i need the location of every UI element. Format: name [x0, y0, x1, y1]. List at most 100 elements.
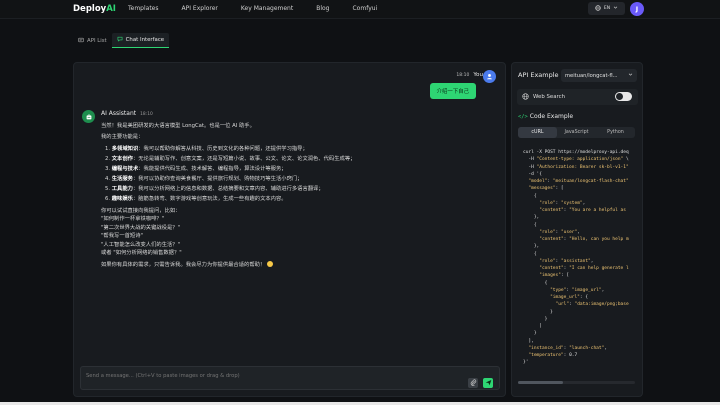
ai-caps-title: 我的主要功能是：: [101, 134, 144, 140]
chevron-down-icon: [628, 72, 633, 79]
user-message-time: 18:10: [456, 72, 470, 78]
user-avatar[interactable]: J: [630, 2, 644, 16]
logo-text: Deploy: [73, 4, 107, 14]
code-line: "type": "image_url",: [550, 287, 605, 293]
model-select-value: meituan/longcat-fl...: [565, 72, 618, 79]
nav-templates[interactable]: Templates: [128, 5, 159, 12]
nav-blog[interactable]: Blog: [316, 5, 329, 12]
code-line: {: [523, 280, 548, 286]
code-line: ]: [523, 324, 542, 329]
nav-comfyui[interactable]: Comfyui: [352, 5, 377, 12]
example-question: 或者 "如何分析网络的销售数据？": [101, 250, 182, 257]
nav-links: Templates API Explorer Key Management Bl…: [128, 5, 400, 12]
ai-ask-title: 你可以试试直接向我提问，比如：: [101, 208, 181, 214]
code-line: }': [523, 360, 529, 366]
send-icon: [485, 379, 492, 388]
ai-message-time: 18:10: [140, 112, 153, 117]
code-line: "model": "meituan/longcat-flash-chat": [528, 179, 629, 184]
chat-icon: [117, 36, 123, 44]
code-line: -H "Authorization: Bearer sk-bl-v1-1": [523, 164, 629, 170]
code-line: curl -X POST https://modelproxy-api.deq: [523, 150, 629, 155]
example-question: "第二次世界大战的关键战役是？": [101, 224, 181, 231]
ai-closing: 如果你有具体的需求，只需告诉我。我会尽力为你提供最合适的帮助！: [101, 261, 501, 269]
code-line: "messages": [: [528, 186, 564, 192]
code-language-tabs: cURL JavaScript Python: [518, 127, 635, 138]
tab-api-list[interactable]: API List: [73, 33, 112, 48]
code-line: },: [523, 244, 540, 250]
send-button[interactable]: [483, 378, 493, 388]
code-line: }: [523, 309, 553, 315]
code-line: "images": [: [539, 273, 570, 279]
language-selector[interactable]: EN: [588, 2, 625, 15]
chevron-down-icon: [613, 5, 618, 12]
code-line: "image_url": {: [550, 295, 589, 300]
code-line: "instance_id": "launch-chat",: [528, 345, 608, 351]
code-line: "role": "assistant",: [539, 258, 594, 264]
globe-icon: [595, 4, 601, 13]
tab-curl[interactable]: cURL: [518, 127, 557, 138]
code-block[interactable]: curl -X POST https://modelproxy-api.deq …: [518, 143, 635, 385]
chat-panel: 18:10 You 介绍一下自己 AI Assistant 18:10 当然！我…: [73, 62, 506, 397]
example-question: "如何制作一杯拿铁咖啡？": [101, 216, 165, 222]
message-input[interactable]: [86, 371, 446, 381]
code-example-title: Code Example: [529, 113, 574, 120]
code-line: {: [523, 193, 537, 199]
globe-icon: [522, 92, 529, 102]
web-search-label: Web Search: [533, 94, 565, 100]
web-search-toggle[interactable]: [615, 92, 632, 101]
code-line: "role": "user",: [539, 229, 580, 235]
example-question: "人工智能怎么改变人们的生活？": [101, 241, 181, 248]
code-line: {: [523, 251, 537, 257]
scrollbar-thumb[interactable]: [518, 381, 563, 384]
capability-list: 1. 多领域知识：我可以帮助你解答从科技、历史到文化的各种问题，还提供学习指导；…: [101, 144, 501, 204]
code-text: curl -X POST https://modelproxy-api.deq …: [523, 149, 635, 367]
message-composer: [80, 366, 500, 390]
model-select[interactable]: meituan/longcat-fl...: [561, 69, 637, 82]
code-line: -d '{: [523, 171, 542, 177]
code-line: {: [523, 222, 537, 228]
nav-api-explorer[interactable]: API Explorer: [182, 5, 218, 12]
user-message-avatar: [483, 70, 496, 83]
list-item: 4. 生活服务：我可以协助你查询美食餐厅、提供旅行规划、购物技巧等生活小窍门；: [105, 176, 303, 182]
code-line: },: [523, 215, 540, 221]
tab-label: API List: [87, 37, 107, 44]
list-item: 3. 编程与技术：我能提供代码生成、技术解答、编程指导，算法设计等服务；: [105, 166, 287, 172]
language-label: EN: [603, 6, 611, 11]
list-icon: [78, 37, 84, 45]
smile-emoji-icon: [266, 261, 273, 268]
code-line: "content": "You are a helpful as: [539, 208, 626, 213]
code-icon: </>: [518, 113, 528, 120]
user-message-author: You: [473, 72, 483, 78]
list-item: 5. 工具能力：我可以分析网络上的信息和数据、总结摘要和文章内容、辅助进行多语言…: [105, 186, 324, 192]
tab-python[interactable]: Python: [596, 127, 635, 138]
logo[interactable]: DeployAI: [73, 4, 116, 14]
code-line: }: [523, 331, 537, 337]
ai-message-meta: AI Assistant 18:10: [101, 110, 153, 117]
code-line: "content": "I can help generate l: [539, 266, 629, 271]
code-line: ],: [523, 338, 534, 344]
tab-javascript[interactable]: JavaScript: [557, 127, 596, 138]
code-line: -H "Content-type: application/json" \: [523, 157, 629, 163]
list-item: 6. 趣味娱乐：脑筋急转弯、数字游戏等创意玩法，生成一些有趣的文本内容。: [105, 196, 287, 202]
nav-key-management[interactable]: Key Management: [241, 5, 293, 12]
user-message-bubble: 介绍一下自己: [429, 83, 476, 99]
tab-label: Chat Interface: [125, 37, 165, 43]
ai-intro: 当然！我是美团研发的大语言模型 LongCat。也是一位 AI 助手。: [101, 123, 255, 129]
list-item: 2. 文本创作：无论是辅助写作、创意文案，还是写短篇小说、故事、公文、论文、论文…: [105, 156, 356, 162]
code-line: "temperature": 0.7: [528, 353, 578, 358]
code-horizontal-scrollbar[interactable]: [518, 381, 635, 384]
ai-avatar: [82, 110, 95, 123]
api-example-title: API Example: [518, 71, 559, 79]
toggle-knob: [616, 93, 623, 100]
top-navbar: DeployAI Templates API Explorer Key Mana…: [0, 0, 720, 18]
ai-message-author: AI Assistant: [101, 110, 137, 117]
code-line: "role": "system",: [539, 200, 586, 206]
code-line: "content": "Hello, can you help m: [539, 237, 629, 242]
code-line: "url": "data:image/png;base: [555, 302, 629, 308]
attach-button[interactable]: [468, 378, 478, 388]
web-search-row: Web Search: [517, 89, 638, 105]
list-item: 1. 多领域知识：我可以帮助你解答从科技、历史到文化的各种问题，还提供学习指导；: [105, 146, 308, 152]
ai-message-body: 当然！我是美团研发的大语言模型 LongCat。也是一位 AI 助手。 我的主要…: [101, 122, 501, 269]
tab-chat-interface[interactable]: Chat Interface: [111, 33, 170, 48]
logo-accent: AI: [106, 4, 116, 14]
